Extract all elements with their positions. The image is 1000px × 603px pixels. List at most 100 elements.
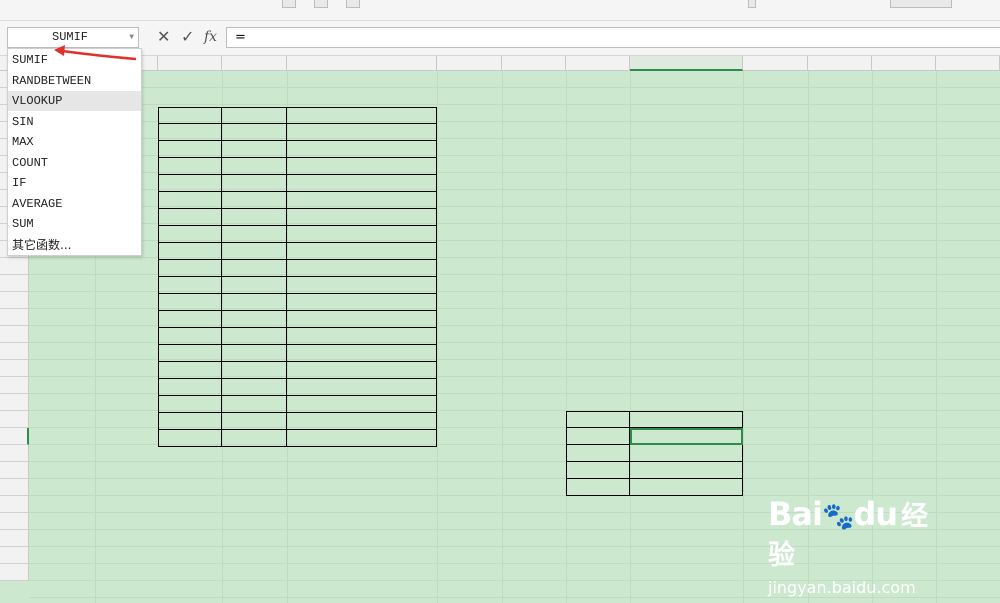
table-cell[interactable]: [222, 362, 287, 379]
table-cell[interactable]: [158, 379, 222, 396]
table-cell[interactable]: [287, 328, 437, 345]
function-item-more-functions[interactable]: 其它函数...: [8, 235, 141, 255]
table-cell[interactable]: [158, 311, 222, 328]
column-header-l[interactable]: [872, 56, 936, 71]
function-item-if[interactable]: IF: [8, 173, 141, 193]
row-header-27[interactable]: [0, 513, 29, 530]
row-header-26[interactable]: [0, 496, 29, 513]
table-cell[interactable]: [222, 192, 287, 209]
table-cell[interactable]: [158, 175, 222, 192]
table-cell[interactable]: [222, 413, 287, 430]
row-header-21[interactable]: [0, 411, 29, 428]
formula-input[interactable]: =: [226, 27, 1000, 48]
table-cell[interactable]: [222, 260, 287, 277]
table-cell[interactable]: [222, 277, 287, 294]
row-header-20[interactable]: [0, 394, 29, 411]
column-header-g[interactable]: [502, 56, 566, 71]
table-cell[interactable]: [287, 175, 437, 192]
row-header-22[interactable]: [0, 428, 29, 445]
table-cell[interactable]: [287, 226, 437, 243]
row-header-12[interactable]: [0, 258, 29, 275]
table-cell[interactable]: [222, 345, 287, 362]
summary-cell[interactable]: [566, 428, 630, 445]
function-item-sin[interactable]: SIN: [8, 112, 141, 132]
confirm-icon[interactable]: ✓: [181, 26, 194, 48]
table-cell-empty[interactable]: [287, 430, 437, 447]
table-cell-empty[interactable]: [222, 430, 287, 447]
row-header-17[interactable]: [0, 343, 29, 360]
table-cell[interactable]: [158, 192, 222, 209]
column-header-c[interactable]: [158, 56, 222, 71]
row-header-19[interactable]: [0, 377, 29, 394]
table-cell[interactable]: [158, 141, 222, 158]
row-header-18[interactable]: [0, 360, 29, 377]
insert-function-icon[interactable]: fx: [204, 26, 217, 48]
table-cell[interactable]: [287, 209, 437, 226]
column-header-j[interactable]: [743, 56, 808, 71]
summary-cell[interactable]: [566, 479, 630, 496]
table-cell[interactable]: [287, 294, 437, 311]
function-item-sum[interactable]: SUM: [8, 214, 141, 234]
row-header-30[interactable]: [0, 564, 29, 581]
row-header-14[interactable]: [0, 292, 29, 309]
table-cell[interactable]: [287, 260, 437, 277]
table-cell[interactable]: [158, 396, 222, 413]
table-cell[interactable]: [222, 226, 287, 243]
table-cell[interactable]: [287, 124, 437, 141]
table-cell[interactable]: [287, 396, 437, 413]
summary-cell[interactable]: [566, 445, 630, 462]
table-cell[interactable]: [158, 158, 222, 175]
row-header-16[interactable]: [0, 326, 29, 343]
table-cell[interactable]: [222, 328, 287, 345]
table-cell[interactable]: [222, 311, 287, 328]
row-header-24[interactable]: [0, 462, 29, 479]
table-cell[interactable]: [222, 124, 287, 141]
function-item-randbetween[interactable]: RANDBETWEEN: [8, 71, 141, 91]
row-header-13[interactable]: [0, 275, 29, 292]
table-cell[interactable]: [287, 141, 437, 158]
row-header-28[interactable]: [0, 530, 29, 547]
column-header-d[interactable]: [222, 56, 287, 71]
table-cell[interactable]: [158, 260, 222, 277]
table-cell[interactable]: [222, 243, 287, 260]
table-cell[interactable]: [222, 379, 287, 396]
column-header-h[interactable]: [566, 56, 630, 71]
column-header-e[interactable]: [287, 56, 437, 71]
table-cell[interactable]: [158, 328, 222, 345]
row-header-23[interactable]: [0, 445, 29, 462]
row-header-15[interactable]: [0, 309, 29, 326]
table-cell[interactable]: [158, 124, 222, 141]
cancel-icon[interactable]: ✕: [157, 26, 170, 48]
row-header-29[interactable]: [0, 547, 29, 564]
function-item-count[interactable]: COUNT: [8, 153, 141, 173]
function-item-max[interactable]: MAX: [8, 132, 141, 152]
summary-cell[interactable]: [566, 462, 630, 479]
table-cell[interactable]: [158, 362, 222, 379]
table-cell[interactable]: [287, 311, 437, 328]
column-header-k[interactable]: [808, 56, 872, 71]
function-item-vlookup[interactable]: VLOOKUP: [8, 91, 141, 111]
table-cell[interactable]: [287, 192, 437, 209]
table-cell[interactable]: [222, 396, 287, 413]
table-cell[interactable]: [222, 158, 287, 175]
active-cell[interactable]: [630, 428, 743, 445]
summary-cell[interactable]: [630, 479, 743, 496]
table-cell[interactable]: [287, 158, 437, 175]
function-item-average[interactable]: AVERAGE: [8, 194, 141, 214]
table-cell[interactable]: [222, 141, 287, 158]
table-cell[interactable]: [287, 413, 437, 430]
summary-cell[interactable]: [630, 462, 743, 479]
table-cell[interactable]: [287, 277, 437, 294]
table-cell[interactable]: [158, 243, 222, 260]
table-cell[interactable]: [158, 209, 222, 226]
column-header-m[interactable]: [936, 56, 1000, 71]
table-cell[interactable]: [287, 379, 437, 396]
table-cell[interactable]: [222, 209, 287, 226]
column-header-f[interactable]: [437, 56, 502, 71]
table-cell[interactable]: [158, 277, 222, 294]
table-cell[interactable]: [287, 362, 437, 379]
table-cell[interactable]: [158, 345, 222, 362]
table-cell[interactable]: [287, 243, 437, 260]
table-cell[interactable]: [222, 294, 287, 311]
table-cell[interactable]: [222, 175, 287, 192]
